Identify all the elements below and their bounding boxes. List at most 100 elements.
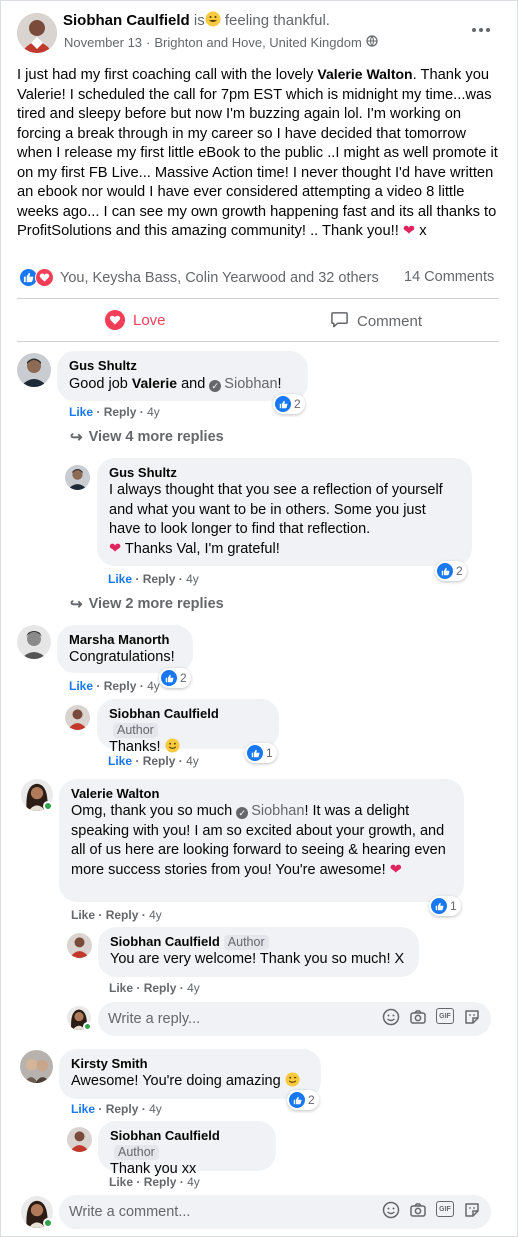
comment-text: Congratulations! bbox=[69, 649, 175, 665]
heart-emoji-icon: ❤ bbox=[402, 223, 416, 239]
camera-icon[interactable] bbox=[409, 1008, 427, 1030]
reactions-text[interactable]: You, Keysha Bass, Colin Yearwood and 32 … bbox=[60, 270, 379, 286]
comment-author-name[interactable]: Siobhan Caulfield bbox=[110, 934, 220, 949]
comment-text-part: Omg, thank you so much bbox=[71, 803, 237, 819]
like-link[interactable]: Like bbox=[108, 572, 132, 586]
like-link[interactable]: Like bbox=[69, 405, 93, 419]
avatar-image bbox=[17, 13, 57, 53]
post-author-avatar[interactable] bbox=[17, 13, 57, 53]
post-author-name[interactable]: Siobhan Caulfield bbox=[63, 12, 190, 29]
input-icons: GIF bbox=[382, 1201, 481, 1223]
avatar[interactable] bbox=[67, 933, 92, 958]
reactions-summary[interactable]: You, Keysha Bass, Colin Yearwood and 32 … bbox=[19, 268, 379, 287]
comment-input[interactable]: Write a comment... GIF bbox=[59, 1195, 491, 1229]
avatar[interactable] bbox=[67, 1127, 92, 1152]
comment-button[interactable]: Comment bbox=[330, 310, 422, 333]
reply-link[interactable]: Reply bbox=[104, 405, 137, 419]
dot: · bbox=[96, 679, 101, 693]
comment-time[interactable]: 4y bbox=[186, 572, 199, 586]
like-link[interactable]: Like bbox=[71, 1102, 95, 1116]
comment-text: I always thought that you see a reflecti… bbox=[109, 481, 460, 559]
comment-bubble: Gus Shultz I always thought that you see… bbox=[97, 458, 472, 566]
comment-reactions[interactable]: 1 bbox=[429, 896, 461, 916]
author-badge: Author bbox=[113, 723, 158, 738]
view-more-replies[interactable]: ↪ View 2 more replies bbox=[70, 595, 224, 613]
comment-author[interactable]: Marsha Manorth bbox=[69, 632, 181, 648]
dot: · bbox=[179, 1175, 184, 1189]
comment-bubble: Siobhan CaulfieldAuthor Thank you xx bbox=[98, 1121, 276, 1177]
verified-badge-icon: ✓ bbox=[209, 380, 222, 392]
reply-link[interactable]: Reply bbox=[143, 754, 176, 768]
reply-input[interactable]: Write a reply... GIF bbox=[98, 1002, 491, 1036]
avatar[interactable] bbox=[65, 705, 90, 730]
like-reaction-icon bbox=[289, 1092, 305, 1108]
comment-time[interactable]: 4y bbox=[147, 405, 160, 419]
online-status-indicator bbox=[43, 1218, 53, 1228]
mention-valerie[interactable]: Valerie Walton bbox=[317, 66, 412, 82]
reply-link[interactable]: Reply bbox=[143, 572, 176, 586]
like-link[interactable]: Like bbox=[109, 981, 133, 995]
dot: · bbox=[136, 1175, 141, 1189]
smiley-icon[interactable] bbox=[382, 1008, 400, 1030]
reaction-count: 2 bbox=[456, 564, 463, 578]
comment-reactions[interactable]: 2 bbox=[287, 1090, 319, 1110]
love-button[interactable]: Love bbox=[105, 310, 166, 330]
comment-author[interactable]: Gus Shultz bbox=[109, 465, 460, 481]
like-link[interactable]: Like bbox=[69, 679, 93, 693]
smiley-icon[interactable] bbox=[382, 1201, 400, 1223]
reply-link[interactable]: Reply bbox=[144, 981, 177, 995]
gif-icon[interactable]: GIF bbox=[436, 1008, 454, 1024]
post-date[interactable]: November 13 bbox=[64, 35, 142, 50]
camera-icon[interactable] bbox=[409, 1201, 427, 1223]
more-options-icon[interactable] bbox=[469, 23, 493, 37]
dot: · bbox=[98, 908, 103, 922]
reply-link[interactable]: Reply bbox=[106, 908, 139, 922]
comment-bubble: Siobhan Caulfield Author You are very wel… bbox=[98, 927, 419, 977]
sticker-icon[interactable] bbox=[463, 1008, 481, 1030]
comment-author[interactable]: Siobhan CaulfieldAuthor bbox=[110, 934, 407, 950]
comment-author[interactable]: Gus Shultz bbox=[69, 358, 296, 374]
input-icons: GIF bbox=[382, 1008, 481, 1030]
comment-author-name[interactable]: Siobhan Caulfield bbox=[109, 706, 219, 721]
comment-time[interactable]: 4y bbox=[186, 754, 199, 768]
like-link[interactable]: Like bbox=[71, 908, 95, 922]
comment-bubble: Valerie Walton Omg, thank you so much ✓ S… bbox=[59, 779, 464, 902]
view-more-replies[interactable]: ↪ View 4 more replies bbox=[70, 428, 224, 446]
reaction-count: 1 bbox=[266, 746, 273, 760]
avatar[interactable] bbox=[20, 1050, 53, 1083]
mention-valerie[interactable]: Valerie bbox=[132, 375, 177, 391]
reply-link[interactable]: Reply bbox=[106, 1102, 139, 1116]
comment-author[interactable]: Siobhan CaulfieldAuthor bbox=[110, 1128, 264, 1160]
comment-reactions[interactable]: 2 bbox=[273, 394, 305, 414]
dot: · bbox=[135, 754, 140, 768]
comment-author[interactable]: Siobhan Caulfield Author bbox=[109, 706, 267, 738]
comment-time[interactable]: 4y bbox=[149, 1102, 162, 1116]
dot: · bbox=[179, 981, 184, 995]
comment-time[interactable]: 4y bbox=[149, 908, 162, 922]
sticker-icon[interactable] bbox=[463, 1201, 481, 1223]
post-location[interactable]: Brighton and Hove, United Kingdom bbox=[154, 35, 361, 50]
avatar[interactable] bbox=[17, 353, 51, 387]
comment-time[interactable]: 4y bbox=[147, 679, 160, 693]
gif-icon[interactable]: GIF bbox=[436, 1201, 454, 1217]
avatar[interactable] bbox=[65, 465, 90, 490]
like-link[interactable]: Like bbox=[108, 754, 132, 768]
reply-link[interactable]: Reply bbox=[144, 1175, 177, 1189]
reply-link[interactable]: Reply bbox=[104, 679, 137, 693]
mention-siobhan[interactable]: Siobhan bbox=[224, 376, 277, 392]
comment-author[interactable]: Kirsty Smith bbox=[71, 1056, 309, 1072]
comment-author[interactable]: Valerie Walton bbox=[71, 786, 452, 802]
comment-author-name[interactable]: Siobhan Caulfield bbox=[110, 1128, 220, 1143]
verified-badge-icon: ✓ bbox=[236, 807, 249, 819]
like-link[interactable]: Like bbox=[109, 1175, 133, 1189]
mention-siobhan[interactable]: Siobhan bbox=[251, 803, 304, 819]
dot: · bbox=[141, 1102, 146, 1116]
comment-time[interactable]: 4y bbox=[187, 981, 200, 995]
comment-reactions[interactable]: 2 bbox=[159, 668, 191, 688]
avatar[interactable] bbox=[17, 625, 51, 659]
comment-reactions[interactable]: 2 bbox=[435, 561, 467, 581]
comment-bubble: Kirsty Smith Awesome! You're doing amazi… bbox=[59, 1049, 321, 1099]
comment-reactions[interactable]: 1 bbox=[245, 743, 277, 763]
comment-time[interactable]: 4y bbox=[187, 1175, 200, 1189]
comments-count[interactable]: 14 Comments bbox=[404, 269, 494, 285]
